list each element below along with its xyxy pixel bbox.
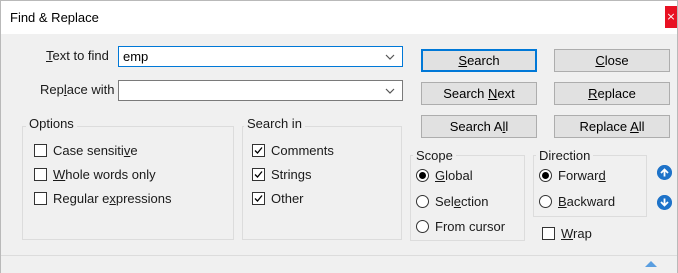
dialog-body: Text to find Replace with Search Close S… xyxy=(1,34,677,273)
checkbox-label: Regular expressions xyxy=(53,190,172,206)
checkbox-box[interactable] xyxy=(252,167,265,181)
checkbox-label: Comments xyxy=(271,142,334,158)
scope-title: Scope xyxy=(413,148,456,163)
search-all-button[interactable]: Search All xyxy=(421,115,537,138)
whole-words-checkbox[interactable]: Whole words only xyxy=(34,165,156,183)
radio-label: Forward xyxy=(558,167,606,183)
search-in-title: Search in xyxy=(244,116,305,131)
scope-selection-radio[interactable]: Selection xyxy=(416,192,489,210)
checkbox-box[interactable] xyxy=(34,167,47,181)
collapse-bar xyxy=(1,255,677,273)
radio-circle[interactable] xyxy=(539,168,552,182)
options-title: Options xyxy=(26,116,77,131)
chevron-down-icon[interactable] xyxy=(383,81,397,100)
arrow-up-circle-icon[interactable] xyxy=(657,165,672,180)
comments-checkbox[interactable]: Comments xyxy=(252,141,334,159)
radio-label: From cursor xyxy=(435,218,506,234)
window-title: Find & Replace xyxy=(10,10,99,25)
triangle-up-icon[interactable] xyxy=(644,260,658,268)
checkbox-box[interactable] xyxy=(542,226,555,240)
checkbox-label: Strings xyxy=(271,166,312,182)
wrap-checkbox[interactable]: Wrap xyxy=(542,224,592,242)
radio-label: Selection xyxy=(435,193,489,209)
replace-label: Replace with xyxy=(40,82,115,97)
radio-circle[interactable] xyxy=(416,168,429,182)
close-button[interactable]: Close xyxy=(554,49,670,72)
radio-circle[interactable] xyxy=(539,194,552,208)
find-combobox[interactable] xyxy=(118,46,403,67)
checkmark-icon xyxy=(254,170,263,178)
direction-backward-radio[interactable]: Backward xyxy=(539,192,615,210)
regex-checkbox[interactable]: Regular expressions xyxy=(34,189,172,207)
other-checkbox[interactable]: Other xyxy=(252,189,304,207)
replace-all-button[interactable]: Replace All xyxy=(554,115,670,138)
direction-forward-radio[interactable]: Forward xyxy=(539,166,606,184)
scope-global-radio[interactable]: Global xyxy=(416,166,473,184)
arrow-down-circle-icon[interactable] xyxy=(657,195,672,210)
case-sensitive-checkbox[interactable]: Case sensitive xyxy=(34,141,138,159)
chevron-down-icon[interactable] xyxy=(383,47,397,66)
find-input[interactable] xyxy=(119,47,380,66)
radio-circle[interactable] xyxy=(416,219,429,233)
find-replace-dialog: Find & Replace × Text to find Replace wi… xyxy=(0,0,678,273)
replace-combobox[interactable] xyxy=(118,80,403,101)
radio-circle[interactable] xyxy=(416,194,429,208)
direction-title: Direction xyxy=(536,148,594,163)
strings-checkbox[interactable]: Strings xyxy=(252,165,311,183)
checkbox-box[interactable] xyxy=(252,143,265,157)
checkmark-icon xyxy=(254,194,263,202)
radio-label: Global xyxy=(435,167,473,183)
replace-input[interactable] xyxy=(119,81,380,100)
title-bar: Find & Replace × xyxy=(1,1,677,34)
checkmark-icon xyxy=(254,146,263,154)
search-button[interactable]: Search xyxy=(421,49,537,72)
checkbox-label: Whole words only xyxy=(53,166,156,182)
scope-from-cursor-radio[interactable]: From cursor xyxy=(416,217,505,235)
replace-button[interactable]: Replace xyxy=(554,82,670,105)
radio-label: Backward xyxy=(558,193,616,209)
close-window-icon[interactable]: × xyxy=(665,6,677,28)
checkbox-box[interactable] xyxy=(34,143,47,157)
search-next-button[interactable]: Search Next xyxy=(421,82,537,105)
find-label: Text to find xyxy=(46,48,109,63)
checkbox-box[interactable] xyxy=(252,191,265,205)
checkbox-box[interactable] xyxy=(34,191,47,205)
checkbox-label: Case sensitive xyxy=(53,142,138,158)
checkbox-label: Wrap xyxy=(561,225,592,241)
checkbox-label: Other xyxy=(271,190,304,206)
